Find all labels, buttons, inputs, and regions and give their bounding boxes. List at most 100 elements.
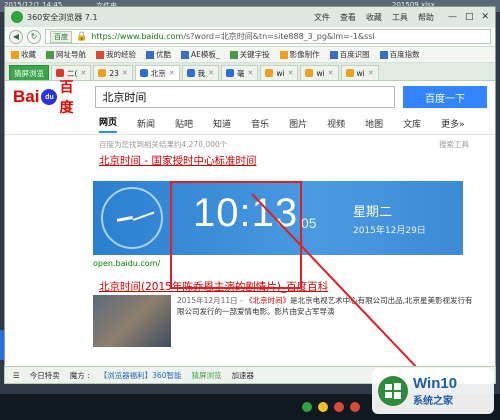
bookmark-label: 收藏: [21, 50, 36, 59]
bookmark-item[interactable]: 关键字投: [229, 49, 270, 60]
tab-close-icon[interactable]: ✕: [169, 69, 175, 77]
tray-icon[interactable]: [318, 402, 328, 412]
tab-close-icon[interactable]: ✕: [80, 69, 86, 77]
search-input[interactable]: 北京时间: [95, 86, 396, 108]
tab-map[interactable]: 地图: [365, 117, 383, 130]
clock-date: 2015年12月29日: [353, 226, 426, 236]
tab-zhidao[interactable]: 知道: [213, 117, 231, 130]
tab-item[interactable]: wi ✕: [340, 65, 379, 80]
windows-flag-icon: [385, 383, 401, 399]
tab-item[interactable]: 我 ✕: [181, 65, 219, 80]
tab-active[interactable]: 北京 ✕: [134, 65, 180, 80]
result-meta: 百度为您找到相关结果约4,270,000个 搜索工具: [5, 135, 495, 153]
url-input[interactable]: 百度 🔒 https://www.baidu.com/s?word=北京时间&t…: [45, 29, 491, 44]
tab-tieba[interactable]: 贴吧: [175, 117, 193, 130]
arrow-left-icon: ◀: [12, 32, 20, 41]
tab-close-icon[interactable]: ✕: [122, 69, 128, 77]
bookmark-label: 影像制作: [289, 50, 320, 59]
status-item[interactable]: 今日特卖: [30, 370, 60, 381]
baidu-icon: [329, 50, 338, 59]
bookmark-item[interactable]: 百度识图: [329, 49, 370, 60]
bookmark-item[interactable]: 优酷: [146, 49, 171, 60]
minimize-button[interactable]: —: [448, 12, 457, 22]
result-title-link[interactable]: 北京时间 - 国家授时中心标准时间: [5, 153, 495, 169]
site-icon: [56, 69, 64, 77]
site-icon: [345, 69, 354, 77]
maximize-button[interactable]: □: [465, 12, 474, 22]
tab-close-icon[interactable]: ✕: [247, 69, 253, 77]
site-icon: [265, 69, 274, 77]
bookmark-label: 网址导航: [56, 50, 86, 59]
tray-icon[interactable]: [302, 402, 312, 412]
window-controls: — □ ✕: [448, 12, 489, 22]
window-title: 360安全浏览器 7.1: [27, 12, 98, 22]
tab-images[interactable]: 图片: [289, 117, 307, 130]
tab-news[interactable]: 新闻: [137, 117, 155, 130]
bookmark-item[interactable]: 影像制作: [279, 49, 320, 60]
status-item[interactable]: 加速器: [231, 370, 254, 381]
url-path: /s?word=北京时间&tn=site888_3_pg&lm=-1&ssl: [183, 32, 375, 41]
tab-item[interactable]: wi ✕: [300, 65, 339, 80]
menu-file[interactable]: 文件: [314, 12, 330, 23]
bookmark-item[interactable]: 我的经验: [96, 49, 136, 60]
index-icon: [379, 50, 388, 59]
tab-video[interactable]: 视频: [327, 117, 345, 130]
watermark-line2: 系统之家: [413, 396, 453, 407]
bookmarks-bar: 收藏 网址导航 我的经验 优酷 AE模板_ 关键字投 影像制作 百度识图 百度指…: [5, 47, 495, 63]
youku-icon: [146, 50, 154, 59]
bookmark-item[interactable]: 百度指数: [379, 49, 420, 60]
tab-more[interactable]: 更多»: [441, 117, 465, 130]
star-icon: [11, 50, 19, 59]
status-item[interactable]: 猜屏浏览: [191, 370, 221, 381]
address-bar: ◀ ↻ 百度 🔒 https://www.baidu.com/s?word=北京…: [5, 27, 495, 47]
bookmark-label: AE模板_: [191, 50, 220, 59]
menu-help[interactable]: 帮助: [418, 12, 434, 23]
bookmark-item[interactable]: 收藏: [11, 49, 36, 60]
bookmark-label: 百度识图: [339, 50, 370, 59]
exp-icon: [96, 50, 104, 59]
status-menu-icon[interactable]: ☰: [13, 371, 20, 380]
search-tools-link[interactable]: 搜索工具: [439, 139, 469, 150]
lock-icon: 🔒: [76, 31, 88, 42]
site-icon: [186, 69, 195, 77]
search-button[interactable]: 百度一下: [403, 86, 487, 108]
menu-view[interactable]: 查看: [340, 12, 356, 23]
ae-icon: [181, 50, 189, 59]
back-button[interactable]: ◀: [9, 29, 23, 44]
nav-icon: [46, 50, 54, 59]
site-icon: [305, 69, 314, 77]
logo-en: Bai: [13, 87, 40, 106]
baidu-logo[interactable]: Bai du 百度: [13, 77, 87, 117]
tab-close-icon[interactable]: ✕: [368, 69, 374, 77]
refresh-button[interactable]: ↻: [27, 29, 41, 44]
tab-label: 23: [109, 68, 119, 78]
bookmark-item[interactable]: 网址导航: [46, 49, 86, 60]
tab-wenku[interactable]: 文库: [403, 117, 421, 130]
tab-item[interactable]: 毫 ✕: [220, 65, 259, 80]
minute-hand: [133, 211, 155, 221]
bookmark-item[interactable]: AE模板_: [181, 49, 220, 60]
menu-tools[interactable]: 工具: [392, 12, 408, 23]
tab-music[interactable]: 音乐: [251, 117, 269, 130]
video-icon: [279, 50, 288, 59]
tray-icon[interactable]: [350, 402, 360, 412]
status-item[interactable]: 【浏览器福利】360智能: [100, 370, 182, 381]
close-button[interactable]: ✕: [481, 12, 489, 22]
tab-item[interactable]: wi ✕: [260, 65, 299, 80]
result-thumbnail[interactable]: [93, 295, 171, 347]
tab-web[interactable]: 网页: [99, 115, 118, 133]
tab-close-icon[interactable]: ✕: [328, 69, 334, 77]
annotation-box: [170, 181, 302, 289]
tab-item[interactable]: 23 ✕: [93, 65, 133, 80]
menu-favorites[interactable]: 收藏: [366, 12, 382, 23]
status-item[interactable]: 魔方 :: [70, 370, 90, 381]
site-icon: [98, 69, 107, 77]
tab-close-icon[interactable]: ✕: [208, 69, 214, 77]
result-source-url[interactable]: open.baidu.com/: [93, 259, 160, 268]
tab-close-icon[interactable]: ✕: [288, 69, 294, 77]
result-count: 百度为您找到相关结果约4,270,000个: [99, 139, 228, 149]
refresh-icon: ↻: [30, 32, 38, 41]
tray-icon[interactable]: [334, 402, 344, 412]
site-tag[interactable]: 百度: [50, 30, 72, 43]
title-bar: 360安全浏览器 7.1 文件 查看 收藏 工具 帮助 — □ ✕: [5, 7, 495, 27]
